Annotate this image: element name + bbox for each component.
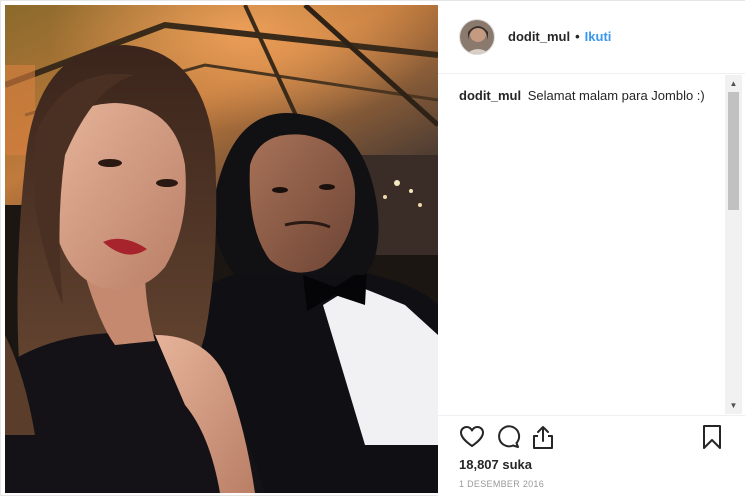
follow-button[interactable]: Ikuti bbox=[585, 29, 612, 45]
action-icons bbox=[459, 424, 725, 450]
header-text: dodit_mul • Ikuti bbox=[508, 29, 611, 45]
post-actions: 18,807 suka 1 DESEMBER 2016 bbox=[438, 415, 745, 497]
likes-count[interactable]: 18,807 suka bbox=[459, 457, 532, 473]
caption-text: Selamat malam para Jomblo :) bbox=[527, 88, 705, 103]
share-icon[interactable] bbox=[530, 424, 556, 450]
caption: dodit_mul Selamat malam para Jomblo :) bbox=[459, 87, 720, 105]
scroll-up-arrow-icon[interactable]: ▲ bbox=[725, 75, 742, 92]
heart-icon[interactable] bbox=[459, 424, 485, 450]
post-photo-image bbox=[5, 5, 438, 493]
post-photo[interactable] bbox=[5, 5, 438, 493]
bookmark-icon[interactable] bbox=[699, 424, 725, 450]
scrollbar-thumb[interactable] bbox=[728, 92, 739, 210]
instagram-post: dodit_mul • Ikuti dodit_mul Selamat mala… bbox=[0, 0, 745, 497]
scroll-down-arrow-icon[interactable]: ▼ bbox=[725, 397, 742, 414]
post-date[interactable]: 1 DESEMBER 2016 bbox=[459, 479, 544, 489]
header-separator: • bbox=[575, 29, 580, 44]
avatar-image bbox=[460, 20, 494, 54]
post-side-panel: dodit_mul • Ikuti dodit_mul Selamat mala… bbox=[438, 1, 745, 497]
avatar[interactable] bbox=[459, 19, 495, 55]
comment-icon[interactable] bbox=[495, 424, 521, 450]
comments-scrollbar[interactable]: ▲ ▼ bbox=[725, 75, 742, 414]
caption-username[interactable]: dodit_mul bbox=[459, 88, 521, 103]
header-username[interactable]: dodit_mul bbox=[508, 29, 570, 45]
post-header: dodit_mul • Ikuti bbox=[438, 1, 745, 74]
comments-area: dodit_mul Selamat malam para Jomblo :) bbox=[438, 75, 732, 415]
